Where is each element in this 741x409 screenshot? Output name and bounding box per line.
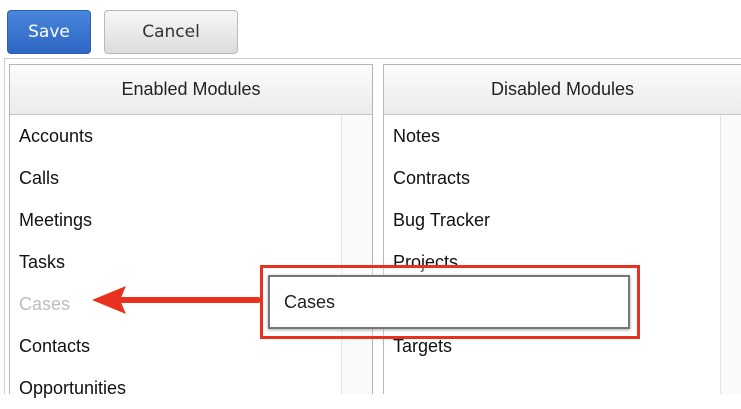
- list-item[interactable]: Bug Tracker: [384, 199, 722, 241]
- enabled-modules-panel: Enabled Modules Accounts Calls Meetings …: [9, 64, 373, 398]
- list-item[interactable]: Accounts: [10, 115, 342, 157]
- disabled-modules-header: Disabled Modules: [384, 65, 741, 115]
- list-item[interactable]: Notes: [384, 115, 722, 157]
- list-item[interactable]: Calls: [10, 157, 342, 199]
- left-arrow-icon: [92, 286, 260, 314]
- enabled-scrollbar[interactable]: [341, 115, 372, 394]
- list-item[interactable]: Opportunities: [10, 367, 342, 409]
- disabled-modules-list: Notes Contracts Bug Tracker Projects Tar…: [384, 115, 722, 394]
- save-button[interactable]: Save: [7, 10, 91, 54]
- enabled-modules-list: Accounts Calls Meetings Tasks Cases Cont…: [10, 115, 342, 398]
- disabled-modules-panel: Disabled Modules Notes Contracts Bug Tra…: [383, 64, 741, 394]
- list-item[interactable]: Meetings: [10, 199, 342, 241]
- dragged-item-cases[interactable]: Cases: [268, 275, 630, 329]
- list-item[interactable]: Contracts: [384, 157, 722, 199]
- enabled-modules-header: Enabled Modules: [10, 65, 372, 115]
- disabled-scrollbar[interactable]: [720, 115, 741, 394]
- cancel-button[interactable]: Cancel: [104, 10, 238, 54]
